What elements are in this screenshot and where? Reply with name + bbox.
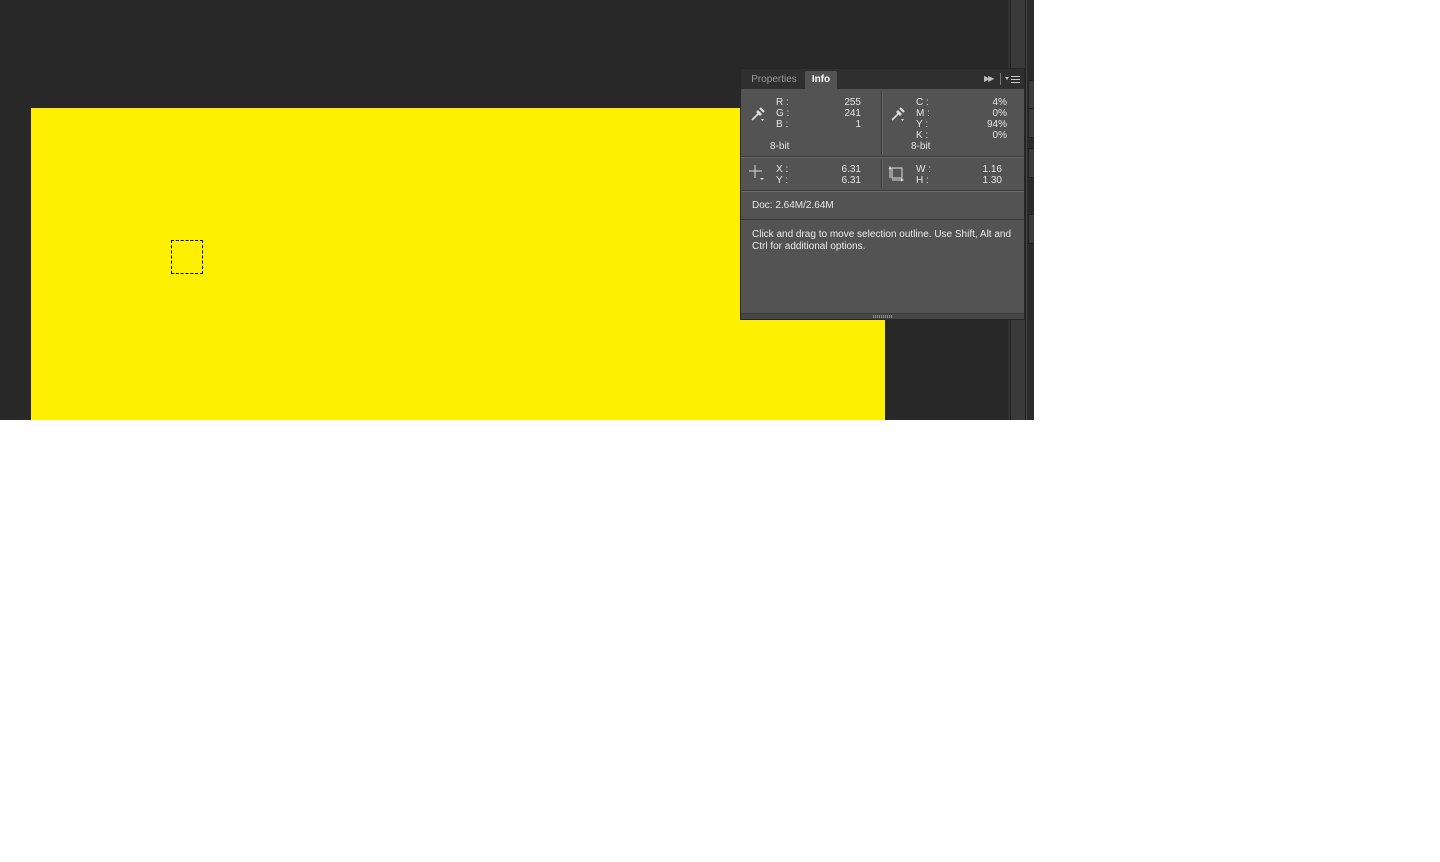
rgb-label-g: G : bbox=[776, 108, 790, 119]
tool-hint-text: Click and drag to move selection outline… bbox=[752, 229, 1012, 252]
size-label-w: W : bbox=[916, 164, 931, 175]
rgb-label-r: R : bbox=[776, 97, 789, 108]
section-divider bbox=[881, 91, 883, 154]
eyedropper-icon[interactable] bbox=[889, 105, 907, 123]
dock-edge bbox=[1026, 0, 1034, 420]
header-divider bbox=[1000, 73, 1001, 85]
size-value-h: 1.30 bbox=[982, 175, 1002, 186]
panel-resize-bar[interactable] bbox=[741, 313, 1024, 319]
cmyk-label-m: M : bbox=[916, 108, 930, 119]
cmyk-value-y: 94% bbox=[986, 119, 1007, 130]
pos-value-y: 6.31 bbox=[841, 175, 861, 186]
doc-size-section: Doc: 2.64M/2.64M bbox=[741, 191, 1024, 220]
section-divider bbox=[881, 160, 883, 188]
rgb-bit-depth: 8-bit bbox=[770, 141, 790, 152]
info-panel: Properties Info ▶▶ R : 255 G : 241 B : 1… bbox=[740, 68, 1025, 320]
cmyk-label-y: Y : bbox=[916, 119, 929, 130]
cmyk-label-k: K : bbox=[916, 130, 929, 141]
rgb-value-b: 1 bbox=[855, 119, 861, 130]
dock-panel-button[interactable] bbox=[1028, 148, 1034, 178]
doc-size-readout: Doc: 2.64M/2.64M bbox=[752, 200, 834, 211]
cmyk-value-k: 0% bbox=[992, 130, 1007, 141]
selection-size-icon[interactable] bbox=[888, 164, 906, 182]
pos-value-x: 6.31 bbox=[841, 164, 861, 175]
rgb-value-r: 255 bbox=[844, 97, 861, 108]
rgb-label-b: B : bbox=[776, 119, 789, 130]
dock-panel-button[interactable] bbox=[1028, 108, 1034, 138]
eyedropper-icon[interactable] bbox=[749, 105, 767, 123]
pos-label-x: X : bbox=[776, 164, 789, 175]
panel-tab-bar: Properties Info ▶▶ bbox=[741, 69, 1024, 89]
size-label-h: H : bbox=[916, 175, 929, 186]
crosshair-icon[interactable] bbox=[748, 164, 766, 182]
rgb-value-g: 241 bbox=[844, 108, 861, 119]
collapse-icon[interactable]: ▶▶ bbox=[984, 73, 998, 85]
cmyk-label-c: C : bbox=[916, 97, 929, 108]
tab-properties[interactable]: Properties bbox=[744, 71, 804, 89]
resize-grip-icon[interactable] bbox=[873, 315, 893, 318]
pos-label-y: Y : bbox=[776, 175, 789, 186]
dock-panel-button[interactable] bbox=[1028, 214, 1034, 244]
cmyk-value-m: 0% bbox=[992, 108, 1007, 119]
cmyk-bit-depth: 8-bit bbox=[911, 141, 931, 152]
position-size-section: X : 6.31 Y : 6.31 W : 1.16 H : 1.30 bbox=[741, 157, 1024, 191]
cmyk-value-c: 4% bbox=[992, 97, 1007, 108]
color-readout-section: R : 255 G : 241 B : 1 8-bit C : 4% M : 0… bbox=[741, 89, 1024, 157]
panel-menu-icon[interactable] bbox=[1005, 73, 1021, 85]
dock-panel-button[interactable] bbox=[1028, 80, 1034, 110]
selection-marquee[interactable] bbox=[171, 240, 203, 274]
size-value-w: 1.16 bbox=[982, 164, 1002, 175]
tab-info[interactable]: Info bbox=[805, 71, 837, 89]
